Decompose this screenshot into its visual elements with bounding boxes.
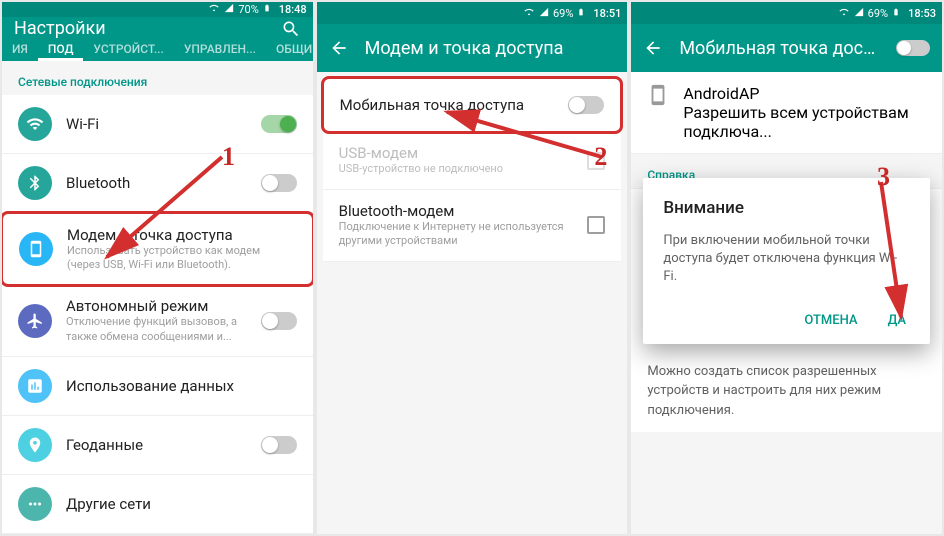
wifi-icon bbox=[838, 7, 850, 20]
battery-text: 69% bbox=[553, 7, 573, 20]
app-bar: Мобильная точка дост... bbox=[631, 24, 942, 72]
datausage-label: Использование данных bbox=[66, 377, 297, 395]
status-bar: 69% 18:53 bbox=[631, 2, 942, 24]
usb-checkbox bbox=[587, 152, 605, 170]
hotspot-master-toggle[interactable] bbox=[896, 40, 930, 56]
airplane-label: Автономный режим bbox=[66, 297, 247, 315]
body-text-2: Можно создать список разрешенных устройс… bbox=[631, 350, 942, 433]
cancel-button[interactable]: ОТМЕНА bbox=[800, 305, 861, 336]
search-icon[interactable] bbox=[281, 19, 301, 39]
phone-screen-1: 70% 18:48 Настройки ИЯ ПОД УСТРОЙСТ... У… bbox=[2, 2, 313, 534]
settings-list: Wi-Fi Bluetooth Модем и точка доступа Ис… bbox=[2, 95, 313, 534]
wifi-icon bbox=[208, 3, 220, 16]
row-usb: USB-модем USB-устройство не подключено bbox=[323, 132, 622, 190]
bt-tether-sub: Подключение к Интернету не используется … bbox=[339, 220, 574, 249]
hotspot-toggle[interactable] bbox=[568, 96, 604, 114]
geo-label: Геоданные bbox=[66, 436, 247, 454]
tethering-label: Модем и точка доступа bbox=[67, 226, 296, 244]
list-wrapper: Мобильная точка доступа USB-модем USB-ус… bbox=[317, 72, 628, 268]
datausage-row-icon bbox=[18, 369, 52, 403]
battery-text: 69% bbox=[868, 7, 888, 20]
back-icon[interactable] bbox=[643, 38, 663, 58]
airplane-toggle[interactable] bbox=[261, 312, 297, 330]
phone-screen-2: 69% 18:51 Модем и точка доступа Мобильна… bbox=[317, 2, 628, 534]
tab-bar: ИЯ ПОД УСТРОЙСТ... УПРАВЛЕН... ОБЩИЕ bbox=[2, 41, 313, 61]
airplane-row-icon bbox=[18, 304, 52, 338]
battery-text: 70% bbox=[238, 3, 258, 16]
ok-button[interactable]: ДА bbox=[884, 305, 910, 336]
row-hotspot[interactable]: Мобильная точка доступа bbox=[321, 76, 624, 134]
usb-label: USB-модем bbox=[339, 144, 574, 162]
page-title: Модем и точка доступа bbox=[365, 38, 616, 59]
app-bar: Модем и точка доступа bbox=[317, 24, 628, 72]
tethering-row-icon bbox=[19, 232, 53, 266]
battery-icon bbox=[577, 6, 585, 21]
geo-toggle[interactable] bbox=[261, 436, 297, 454]
usb-sub: USB-устройство не подключено bbox=[339, 162, 574, 176]
dialog-title: Внимание bbox=[663, 198, 910, 218]
wifi-row-icon bbox=[18, 107, 52, 141]
bluetooth-row-icon bbox=[18, 166, 52, 200]
section-label: Сетевые подключения bbox=[2, 61, 313, 95]
signal-icon bbox=[854, 7, 864, 20]
row-tethering[interactable]: Модем и точка доступа Использовать устро… bbox=[2, 211, 313, 288]
tab-2[interactable]: УСТРОЙСТ... bbox=[83, 41, 173, 61]
row-other[interactable]: Другие сети bbox=[2, 475, 313, 534]
bt-tether-label: Bluetooth-модем bbox=[339, 202, 574, 220]
tab-0[interactable]: ИЯ bbox=[2, 41, 38, 61]
hotspot-label: Мобильная точка доступа bbox=[340, 96, 555, 114]
app-bar: Настройки bbox=[2, 17, 313, 41]
clock: 18:51 bbox=[593, 7, 621, 20]
clock: 18:48 bbox=[279, 3, 307, 16]
tab-4[interactable]: ОБЩИЕ bbox=[266, 41, 313, 61]
wifi-label: Wi-Fi bbox=[66, 115, 247, 133]
row-airplane[interactable]: Автономный режим Отключение функций вызо… bbox=[2, 285, 313, 357]
wifi-toggle[interactable] bbox=[261, 115, 297, 133]
row-bluetooth[interactable]: Bluetooth bbox=[2, 154, 313, 213]
airplane-sub: Отключение функций вызовов, а также обме… bbox=[66, 315, 247, 344]
signal-icon bbox=[224, 3, 234, 16]
row-datausage[interactable]: Использование данных bbox=[2, 357, 313, 416]
row-geo[interactable]: Геоданные bbox=[2, 416, 313, 475]
row-wifi[interactable]: Wi-Fi bbox=[2, 95, 313, 154]
status-bar: 70% 18:48 bbox=[2, 2, 313, 17]
other-row-icon bbox=[18, 487, 52, 521]
back-icon[interactable] bbox=[329, 38, 349, 58]
ap-name: AndroidAP bbox=[683, 84, 926, 103]
bluetooth-label: Bluetooth bbox=[66, 174, 247, 192]
clock: 18:53 bbox=[908, 7, 936, 20]
ap-row[interactable]: AndroidAP Разрешить всем устройствам под… bbox=[631, 72, 942, 154]
phone-icon bbox=[647, 84, 669, 106]
confirm-dialog: Внимание При включении мобильной точки д… bbox=[643, 178, 930, 344]
phone-screen-3: 69% 18:53 Мобильная точка дост... Androi… bbox=[631, 2, 942, 534]
other-label: Другие сети bbox=[66, 495, 297, 513]
dialog-actions: ОТМЕНА ДА bbox=[663, 305, 910, 336]
tab-1[interactable]: ПОД bbox=[38, 41, 84, 61]
bt-tether-checkbox[interactable] bbox=[587, 216, 605, 234]
battery-icon bbox=[263, 2, 271, 17]
status-bar: 69% 18:51 bbox=[317, 2, 628, 24]
tethering-sub: Использовать устройство как модем (через… bbox=[67, 244, 296, 273]
row-bt-tether[interactable]: Bluetooth-модем Подключение к Интернету … bbox=[323, 190, 622, 262]
wifi-icon bbox=[523, 7, 535, 20]
geo-row-icon bbox=[18, 428, 52, 462]
dialog-text: При включении мобильной точки доступа бу… bbox=[663, 232, 910, 287]
ap-sub: Разрешить всем устройствам подключа... bbox=[683, 103, 926, 141]
bluetooth-toggle[interactable] bbox=[261, 174, 297, 192]
page-title: Настройки bbox=[14, 18, 265, 39]
signal-icon bbox=[539, 7, 549, 20]
tether-list: Мобильная точка доступа USB-модем USB-ус… bbox=[323, 76, 622, 262]
tab-3[interactable]: УПРАВЛЕН... bbox=[174, 41, 266, 61]
battery-icon bbox=[892, 6, 900, 21]
page-title: Мобильная точка дост... bbox=[679, 38, 880, 59]
